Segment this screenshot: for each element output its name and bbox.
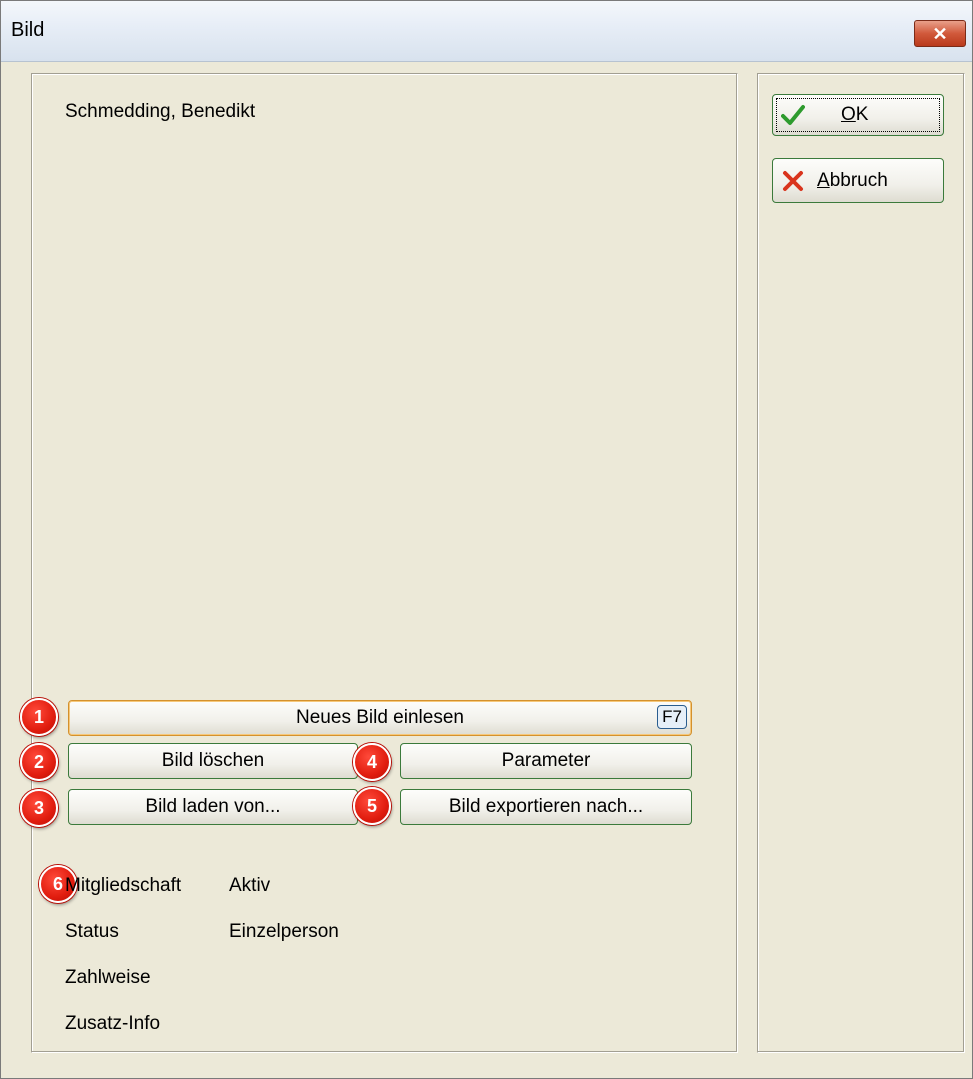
payment-label: Zahlweise — [65, 967, 151, 988]
marker-1: 1 — [20, 698, 58, 736]
delete-image-label: Bild löschen — [161, 750, 265, 771]
export-image-button[interactable]: Bild exportieren nach... — [400, 789, 692, 825]
shortcut-badge: F7 — [657, 705, 687, 729]
membership-label: Mitgliedschaft — [65, 875, 182, 896]
main-panel — [31, 73, 738, 1053]
marker-4: 4 — [353, 743, 391, 781]
new-image-label: Neues Bild einlesen — [296, 707, 464, 728]
status-value: Einzelperson — [229, 921, 339, 942]
new-image-button[interactable]: Neues Bild einlesen F7 — [68, 700, 692, 736]
marker-5: 5 — [353, 787, 391, 825]
ok-button[interactable]: OK — [772, 94, 944, 136]
side-panel — [757, 73, 965, 1053]
title-bar[interactable]: Bild ✕ — [1, 1, 972, 62]
dialog-window: Bild ✕ Schmedding, Benedikt Neues Bild e… — [0, 0, 973, 1079]
close-icon: ✕ — [932, 23, 948, 44]
membership-value: Aktiv — [229, 875, 271, 896]
load-image-button[interactable]: Bild laden von... — [68, 789, 358, 825]
status-label: Status — [65, 921, 119, 942]
cross-icon — [783, 171, 803, 191]
marker-3: 3 — [20, 789, 58, 827]
window-title: Bild — [11, 19, 45, 41]
person-name: Schmedding, Benedikt — [65, 101, 256, 122]
delete-image-button[interactable]: Bild löschen — [68, 743, 358, 779]
cancel-label: Abbruch — [817, 170, 888, 191]
ok-label: OK — [841, 104, 869, 125]
close-button[interactable]: ✕ — [914, 20, 966, 47]
cancel-button[interactable]: Abbruch — [772, 158, 944, 203]
parameters-label: Parameter — [501, 750, 591, 771]
parameters-button[interactable]: Parameter — [400, 743, 692, 779]
marker-2: 2 — [20, 743, 58, 781]
export-image-label: Bild exportieren nach... — [448, 796, 644, 817]
load-image-label: Bild laden von... — [145, 796, 281, 817]
extra-info-label: Zusatz-Info — [65, 1013, 161, 1034]
checkmark-icon — [781, 105, 805, 125]
